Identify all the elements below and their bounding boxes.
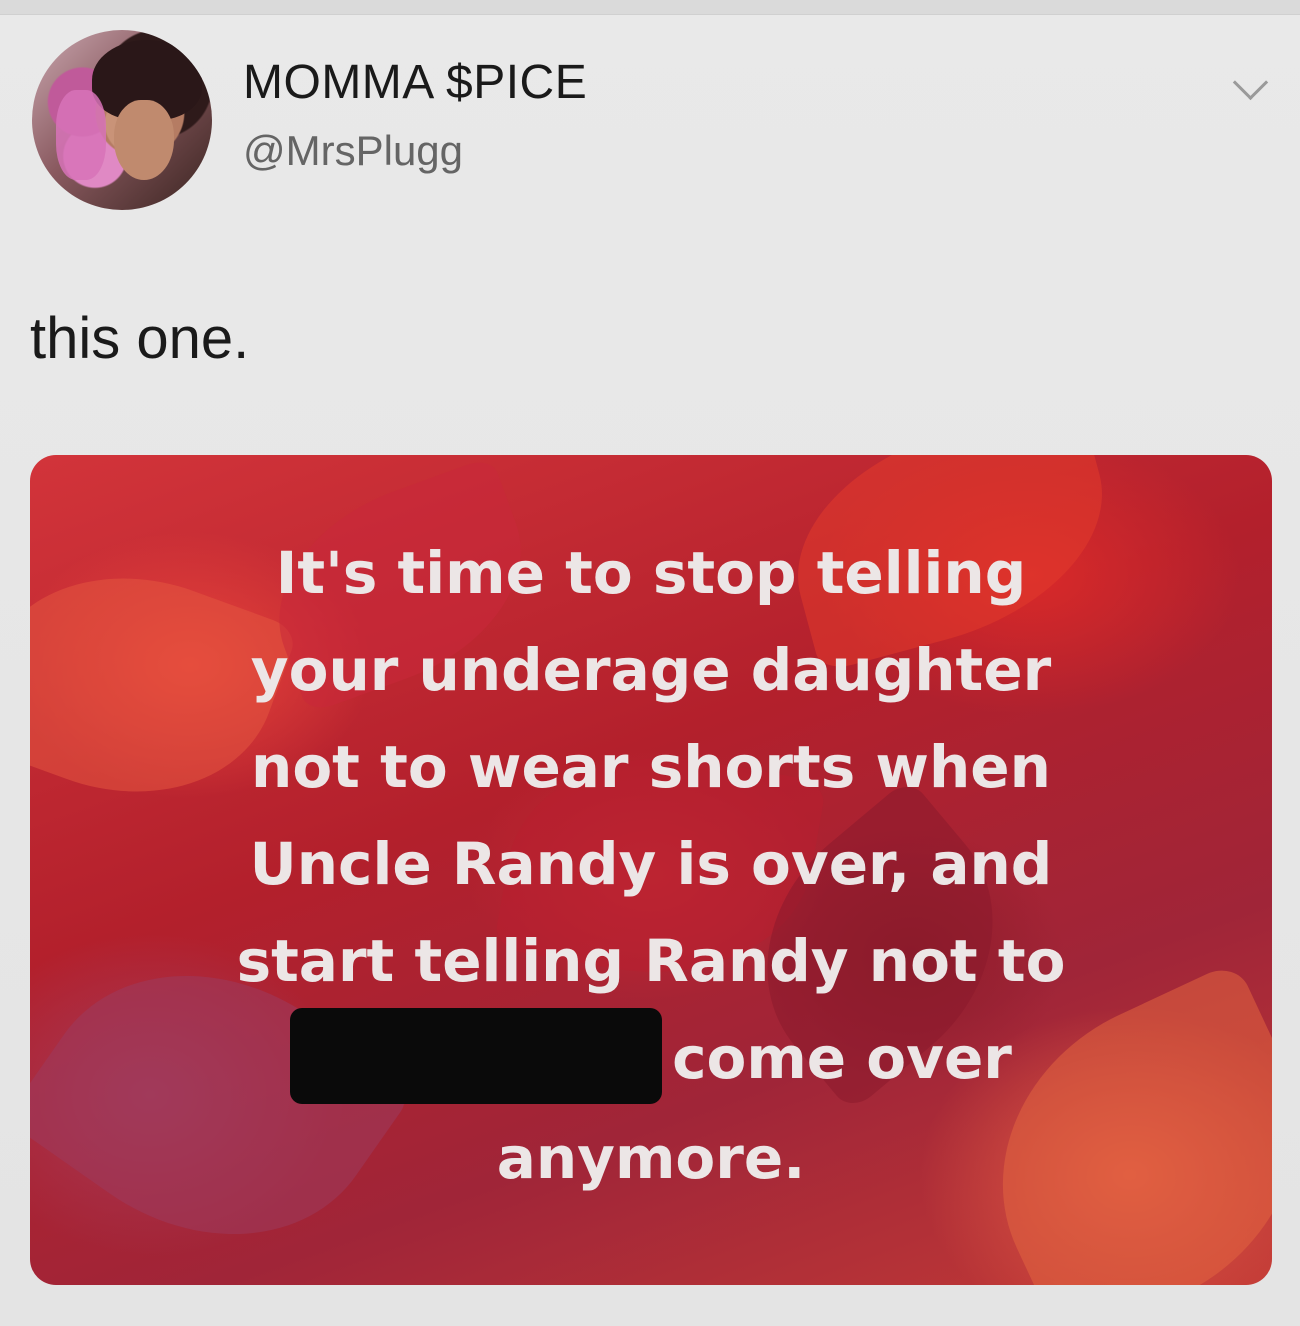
avatar[interactable] — [32, 30, 212, 210]
avatar-pink-accent — [56, 90, 106, 180]
tweet-card: MOMMA $PICE @MrsPlugg this one. It's tim… — [0, 0, 1300, 1326]
tweet-text: this one. — [30, 306, 250, 371]
avatar-face — [114, 100, 174, 180]
top-divider — [0, 0, 1300, 15]
media-caption-line: start telling Randy not to — [236, 927, 1066, 995]
media-caption-line: anymore. — [496, 1123, 806, 1192]
display-name[interactable]: MOMMA $PICE — [243, 55, 587, 110]
redaction-bar — [290, 1007, 663, 1104]
media-caption-after-redaction: come over — [672, 1024, 1012, 1092]
media-caption-line: Uncle Randy is over, and — [249, 830, 1053, 898]
media-caption-line-redacted: come over — [30, 1007, 1272, 1110]
tweet-media-image[interactable]: It's time to stop telling your underage … — [30, 455, 1272, 1285]
user-handle[interactable]: @MrsPlugg — [243, 127, 463, 175]
media-caption: It's time to stop telling your underage … — [30, 525, 1272, 1207]
media-caption-line: your underage daughter — [250, 636, 1052, 704]
chevron-down-icon[interactable] — [1232, 64, 1269, 101]
media-caption-line: It's time to stop telling — [275, 539, 1027, 607]
media-caption-line: not to wear shorts when — [251, 733, 1051, 801]
